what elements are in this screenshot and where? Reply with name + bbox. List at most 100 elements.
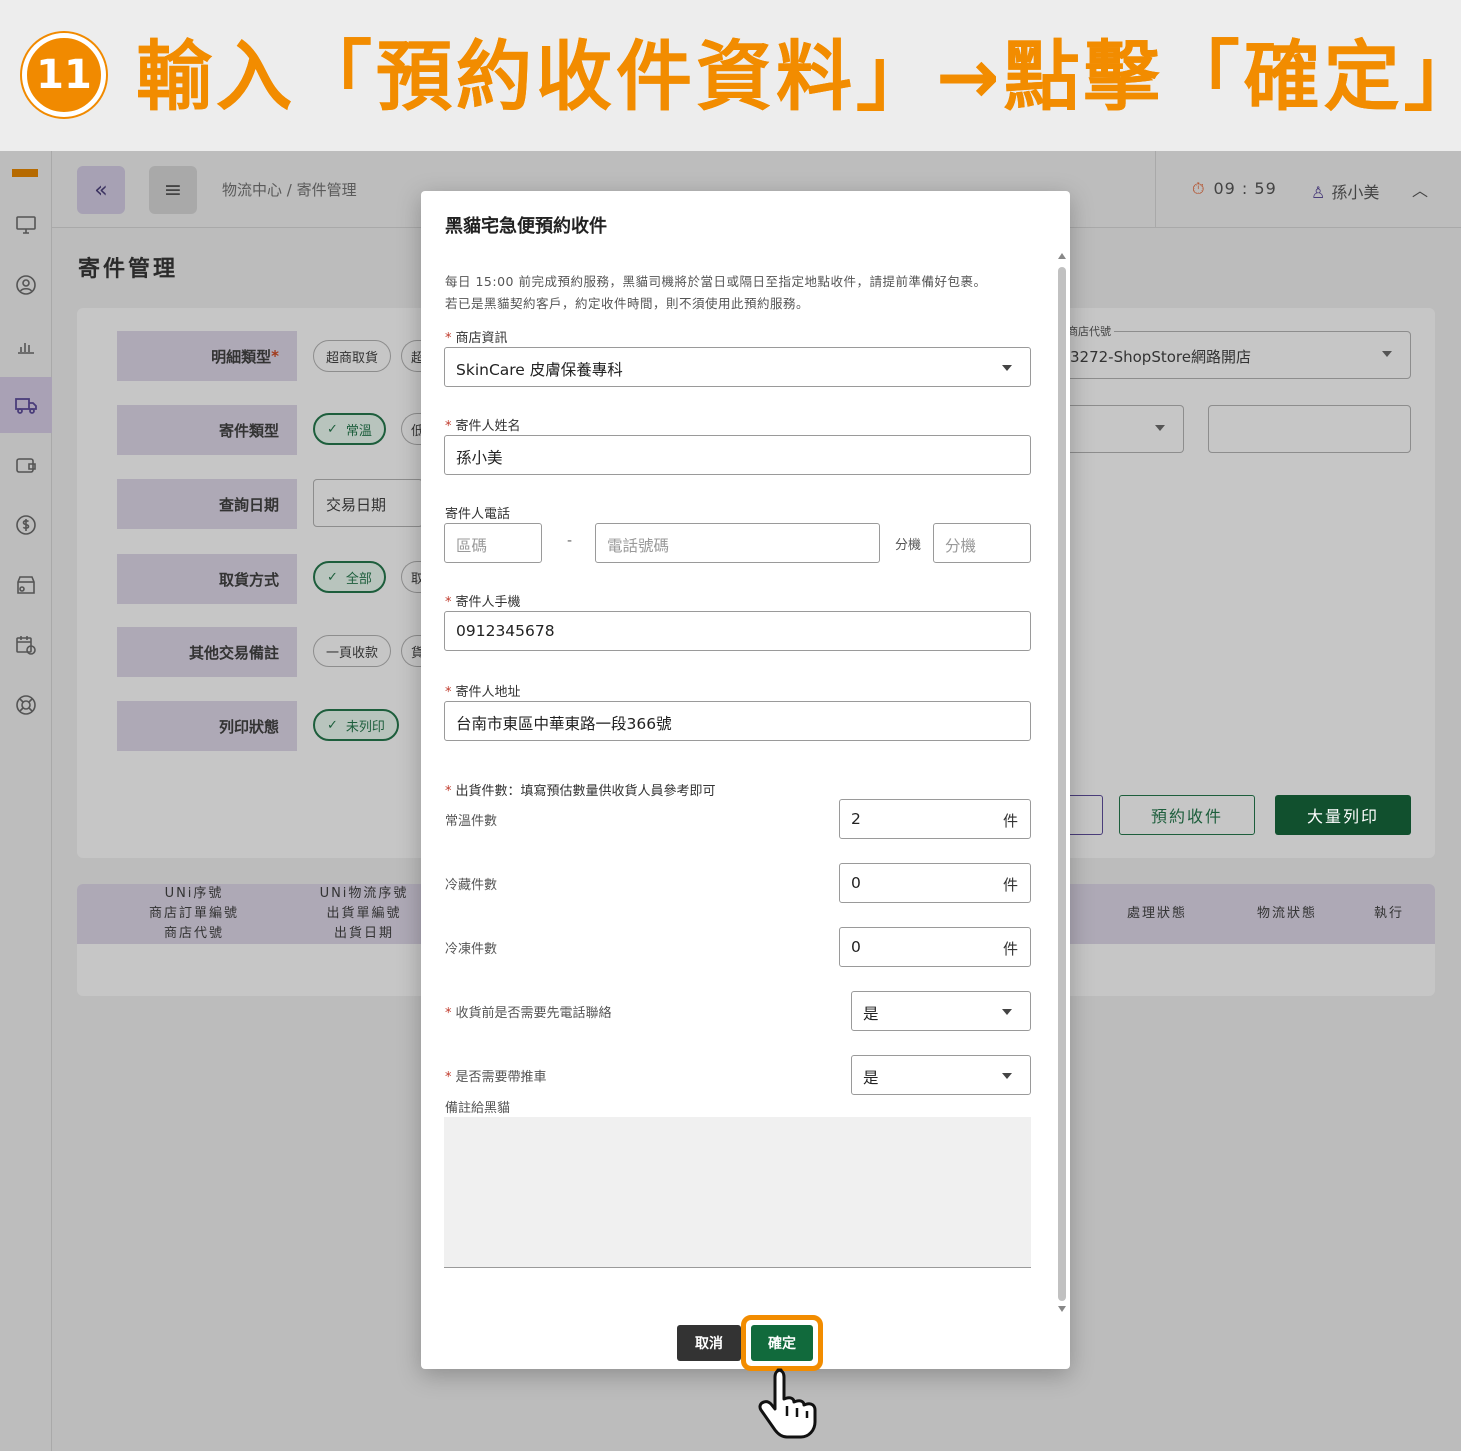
user-name: 孫小美 [1331,183,1380,202]
ship-type-label: 寄件類型 [117,405,297,455]
extension-input[interactable]: 分機 [933,523,1031,563]
notice-text: 每日 15:00 前完成預約服務，黑貓司機將於當日或隔日至指定地點收件，請提前準… [445,274,987,311]
brand-logo-icon [12,169,38,177]
chilled-count-label: 冷藏件數 [445,878,498,893]
col-process-status: 處理狀態 [1126,906,1187,921]
menu-button[interactable]: ≡ [149,166,197,214]
dropdown-arrow-icon [1382,351,1392,357]
col-execute: 執行 [1373,906,1404,921]
sender-name-input[interactable]: 孫小美 [444,435,1031,475]
col-logistics-serial: UNi物流序號 出貨單編號 出貨日期 [319,886,409,941]
check-icon: ✓ [327,569,338,585]
chip-partial[interactable]: 取 [401,561,423,593]
monitor-icon[interactable] [0,197,52,253]
chip-normal-temp[interactable]: ✓ 常溫 [313,413,386,445]
hamburger-icon: ≡ [163,177,183,203]
note-textarea[interactable] [444,1117,1031,1268]
page-title: 寄件管理 [78,257,179,282]
chip-partial[interactable]: 低 [401,413,423,445]
chip-unprinted[interactable]: ✓ 未列印 [313,709,399,741]
chip-partial[interactable]: 貨 [401,635,423,667]
other-note-label: 其他交易備註 [117,627,297,677]
chip-one-page-payment[interactable]: 一頁收款 [313,635,392,667]
phone-number-input[interactable]: 電話號碼 [595,523,880,563]
print-status-label: 列印狀態 [117,701,297,751]
dropdown-arrow-icon [1155,425,1165,431]
frozen-count-label: 冷凍件數 [445,942,498,957]
bulk-print-button[interactable]: 大量列印 [1275,795,1411,835]
cart-needed-select[interactable]: 是 [851,1055,1031,1095]
normal-count-input[interactable]: 2件 [839,799,1031,839]
stopwatch-icon: ⏱ [1192,179,1206,198]
col-uni-serial: UNi序號 商店訂單編號 商店代號 [148,886,239,941]
call-before-pickup-select[interactable]: 是 [851,991,1031,1031]
sender-mobile-input[interactable]: 0912345678 [444,611,1031,651]
dollar-icon[interactable] [0,497,52,553]
date-label: 查詢日期 [117,479,297,529]
chip-partial[interactable]: 超 [401,340,423,372]
pointing-hand-cursor-icon [758,1368,817,1439]
secondary-select[interactable] [1065,405,1184,453]
sender-mobile-label: * 寄件人手機 [445,595,521,610]
chevron-up-icon[interactable]: ︿ [1412,177,1428,201]
sender-address-input[interactable]: 台南市東區中華東路一段366號 [444,701,1031,741]
instruction-title: 輸入「預約收件資料」→點擊「確定」 [136,32,1461,121]
store-code-legend: 商店代號 [1067,323,1114,339]
user-circle-icon[interactable] [0,257,52,313]
chip-all[interactable]: ✓ 全部 [313,561,386,593]
sender-address-label: * 寄件人地址 [445,685,521,700]
sidebar [0,151,52,1451]
bar-chart-icon[interactable] [0,317,52,373]
phone-separator: - [567,533,573,549]
cart-needed-label: * 是否需要帶推車 [445,1070,547,1085]
user-icon: ♙ [1311,183,1326,202]
store-info-label: * 商店資訊 [445,331,508,346]
area-code-input[interactable]: 區碼 [444,523,542,563]
session-timer: ⏱ 09 : 59 [1192,179,1277,199]
lifebuoy-icon[interactable] [0,677,52,733]
frozen-count-input[interactable]: 0件 [839,927,1031,967]
search-text-input[interactable] [1208,405,1411,453]
chip-convenience-pickup[interactable]: 超商取貨 [313,340,392,372]
check-icon: ✓ [327,421,338,437]
store-icon[interactable] [0,557,52,613]
chilled-count-input[interactable]: 0件 [839,863,1031,903]
partial-action-button[interactable] [1067,795,1103,835]
check-icon: ✓ [327,717,338,733]
dropdown-arrow-icon [1002,1009,1012,1015]
col-logistics-status: 物流狀態 [1256,906,1317,921]
timer-value: 09 : 59 [1213,179,1277,198]
instruction-banner: 11 輸入「預約收件資料」→點擊「確定」 [0,0,1461,151]
store-code-select[interactable]: 3272-ShopStore網路開店 [1065,331,1411,379]
note-label: 備註給黑貓 [445,1101,511,1116]
topbar-right: ⏱ 09 : 59 ♙ 孫小美 ︿ [1155,151,1461,228]
reserve-pickup-button[interactable]: 預約收件 [1119,795,1255,835]
double-chevron-left-icon: « [94,177,108,203]
sender-name-label: * 寄件人姓名 [445,419,521,434]
collapse-sidebar-button[interactable]: « [77,166,125,214]
date-type-select[interactable]: 交易日期 [313,479,423,527]
breadcrumb: 物流中心 / 寄件管理 [222,181,357,199]
calendar-clock-icon[interactable] [0,617,52,673]
pickup-method-label: 取貨方式 [117,554,297,604]
sender-phone-label: 寄件人電話 [445,507,511,522]
cancel-button[interactable]: 取消 [677,1325,741,1361]
normal-count-label: 常溫件數 [445,814,498,829]
scroll-down-arrow-icon[interactable] [1058,1306,1066,1312]
wallet-icon[interactable] [0,437,52,493]
confirm-button[interactable]: 確定 [751,1325,813,1361]
call-before-pickup-label: * 收貨前是否需要先電話聯絡 [445,1006,612,1021]
delivery-truck-icon[interactable] [0,377,52,433]
detail-type-label: 明細類型 * [117,331,297,381]
dropdown-arrow-icon [1002,1073,1012,1079]
scroll-up-arrow-icon[interactable] [1058,253,1066,259]
scrollbar-thumb[interactable] [1058,267,1066,1301]
extension-label: 分機 [895,538,922,553]
pickup-reservation-modal: 黑貓宅急便預約收件 每日 15:00 前完成預約服務，黑貓司機將於當日或隔日至指… [421,191,1070,1371]
modal-title: 黑貓宅急便預約收件 [445,216,607,237]
dropdown-arrow-icon [1002,365,1012,371]
package-count-label: * 出貨件數：填寫預估數量供收貨人員參考即可 [445,784,716,799]
user-menu[interactable]: ♙ 孫小美 [1311,179,1379,203]
step-number-badge: 11 [22,33,106,117]
store-info-select[interactable]: SkinCare 皮膚保養專科 [444,347,1031,387]
